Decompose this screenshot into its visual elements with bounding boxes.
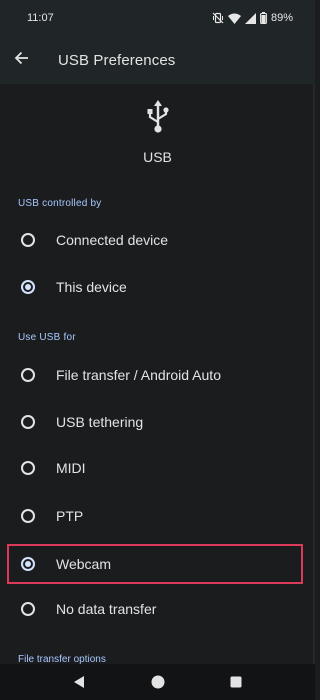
usb-icon: [145, 100, 171, 139]
option-usb-tethering[interactable]: USB tethering: [0, 400, 315, 444]
radio-no-data-transfer[interactable]: [21, 602, 35, 616]
arrow-back-icon: [14, 50, 30, 71]
option-webcam[interactable]: Webcam: [0, 542, 315, 586]
status-icons: 89%: [212, 12, 293, 24]
option-label: No data transfer: [56, 601, 157, 617]
option-no-data-transfer[interactable]: No data transfer: [0, 587, 315, 631]
back-button[interactable]: [2, 40, 42, 80]
usb-preferences-screen: 11:07 89% USB Preferences USB USB contro…: [0, 0, 315, 700]
radio-ptp[interactable]: [21, 509, 35, 523]
page-title: USB Preferences: [58, 51, 176, 69]
signal-icon: [244, 12, 256, 24]
section-title-use-usb-for: Use USB for: [18, 332, 76, 343]
option-label: USB tethering: [56, 414, 144, 430]
usb-label: USB: [143, 149, 172, 165]
status-time: 11:07: [27, 12, 54, 24]
radio-webcam[interactable]: [21, 557, 35, 571]
nav-home-icon[interactable]: [149, 673, 167, 691]
section-title-usb-controlled-by: USB controlled by: [18, 198, 102, 209]
radio-usb-tethering[interactable]: [21, 415, 35, 429]
nav-back-icon[interactable]: [70, 673, 88, 691]
option-label: This device: [56, 279, 127, 295]
option-connected-device[interactable]: Connected device: [0, 218, 315, 262]
option-midi[interactable]: MIDI: [0, 446, 315, 490]
option-label: MIDI: [56, 460, 86, 476]
battery-percent: 89%: [270, 12, 293, 24]
preferences-list: USB USB controlled by Connected device T…: [0, 84, 315, 665]
nav-recents-icon[interactable]: [227, 673, 245, 691]
navigation-bar: [0, 664, 315, 700]
status-bar: 11:07 89%: [0, 0, 315, 36]
radio-file-transfer[interactable]: [21, 368, 35, 382]
option-this-device[interactable]: This device: [0, 265, 315, 309]
option-ptp[interactable]: PTP: [0, 494, 315, 538]
wifi-icon: [227, 13, 241, 24]
option-label: File transfer / Android Auto: [56, 367, 221, 383]
radio-midi[interactable]: [21, 461, 35, 475]
usb-header: USB: [0, 100, 315, 165]
app-bar: USB Preferences: [0, 36, 315, 84]
option-label: Connected device: [56, 232, 169, 248]
battery-icon: [260, 12, 267, 24]
vibrate-mute-icon: [212, 12, 224, 24]
radio-connected-device[interactable]: [21, 233, 35, 247]
scrollbar-track: [313, 84, 315, 664]
radio-this-device[interactable]: [21, 280, 35, 294]
option-label: PTP: [56, 508, 84, 524]
option-file-transfer[interactable]: File transfer / Android Auto: [0, 353, 315, 397]
option-label: Webcam: [56, 556, 111, 572]
